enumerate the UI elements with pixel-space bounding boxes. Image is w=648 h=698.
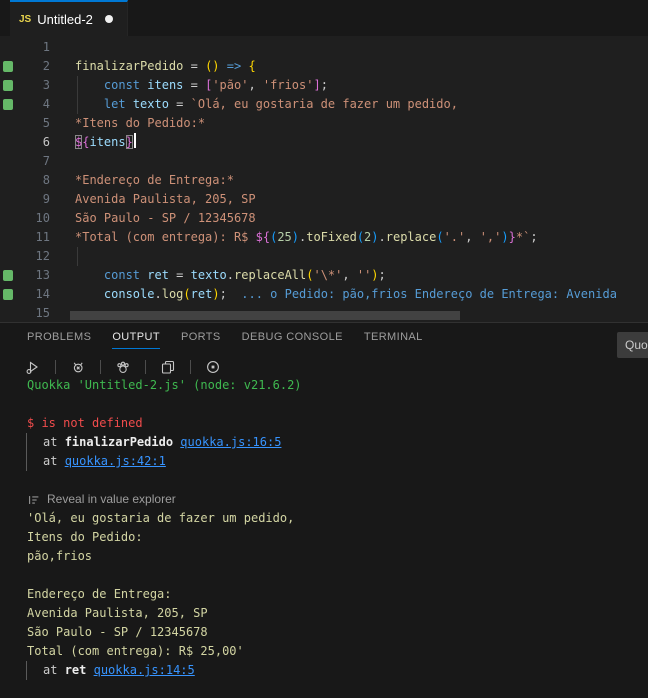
output-line: at finalizarPedido quokka.js:16:5 — [0, 433, 648, 452]
toolbar-separator — [145, 360, 146, 374]
javascript-file-icon: JS — [19, 14, 31, 25]
record-icon[interactable] — [204, 358, 222, 376]
code-text: *Endereço de Entrega:* — [75, 171, 234, 190]
line-number: 2 — [0, 57, 50, 76]
output-line: Endereço de Entrega: — [0, 585, 648, 604]
panel-tab-terminal[interactable]: TERMINAL — [364, 331, 423, 349]
line-number: 4 — [0, 95, 50, 114]
output-line: $ is not defined — [0, 414, 648, 433]
toolbar-separator — [55, 360, 56, 374]
output-line — [0, 471, 648, 490]
code-line[interactable]: 3 const itens = ['pão', 'frios']; — [0, 76, 648, 95]
code-line[interactable]: 4 let texto = `Olá, eu gostaria de fazer… — [0, 95, 648, 114]
code-text: *Total (com entrega): R$ ${(25).toFixed(… — [75, 228, 538, 247]
vscode-window: JS Untitled-2 12 finalizarPedido = () => … — [0, 0, 648, 698]
code-editor[interactable]: 12finalizarPedido = () => {3 const itens… — [0, 36, 648, 323]
code-text: console.log(ret); ... o Pedido: pão,frio… — [75, 285, 617, 304]
line-number: 5 — [0, 114, 50, 133]
line-number: 14 — [0, 285, 50, 304]
code-text: let texto = `Olá, eu gostaria de fazer u… — [75, 95, 458, 114]
code-text: const ret = texto.replaceAll('\*', ''); — [75, 266, 386, 285]
code-line[interactable]: 13 const ret = texto.replaceAll('\*', ''… — [0, 266, 648, 285]
code-line[interactable]: 9 Avenida Paulista, 205, SP — [0, 190, 648, 209]
line-number: 13 — [0, 266, 50, 285]
output-line: Quokka 'Untitled-2.js' (node: v21.6.2) — [0, 376, 648, 395]
line-number: 8 — [0, 171, 50, 190]
code-text: *Itens do Pedido:* — [75, 114, 205, 133]
output-channel-select[interactable]: Quo — [617, 332, 648, 358]
code-line[interactable]: 12 — [0, 247, 648, 266]
output-line — [0, 566, 648, 585]
panel-tab-bar: PROBLEMS OUTPUT PORTS DEBUG CONSOLE TERMINAL — [27, 331, 423, 349]
output-line: pão,frios — [0, 547, 648, 566]
line-number: 12 — [0, 247, 50, 266]
line-number: 6 — [0, 133, 50, 152]
code-text: const itens = ['pão', 'frios']; — [75, 76, 328, 95]
debug-bug-icon[interactable] — [69, 358, 87, 376]
output-line: at quokka.js:42:1 — [0, 452, 648, 471]
code-line[interactable]: 8 *Endereço de Entrega:* — [0, 171, 648, 190]
line-number: 7 — [0, 152, 50, 171]
line-number: 3 — [0, 76, 50, 95]
output-line: at ret quokka.js:14:5 — [0, 661, 648, 680]
reveal-in-value-explorer[interactable]: Reveal in value explorer — [0, 490, 648, 509]
code-line[interactable]: 14 console.log(ret); ... o Pedido: pão,f… — [0, 285, 648, 304]
panel-tab-output[interactable]: OUTPUT — [112, 331, 160, 349]
output-line: São Paulo - SP / 12345678 — [0, 623, 648, 642]
line-number: 15 — [0, 304, 50, 323]
output-line: Total (com entrega): R$ 25,00' — [0, 642, 648, 661]
horizontal-scrollbar[interactable] — [70, 311, 460, 320]
modified-dot-icon[interactable] — [105, 15, 113, 23]
panel-tab-debug-console[interactable]: DEBUG CONSOLE — [242, 331, 343, 349]
line-number: 11 — [0, 228, 50, 247]
stack-trace-link[interactable]: quokka.js:16:5 — [180, 435, 281, 449]
quokka-paw-icon[interactable] — [114, 358, 132, 376]
stack-trace-link[interactable]: quokka.js:42:1 — [65, 454, 166, 468]
code-text: Avenida Paulista, 205, SP — [75, 190, 256, 209]
code-line[interactable]: 11 *Total (com entrega): R$ ${(25).toFixe… — [0, 228, 648, 247]
list-tree-icon — [27, 493, 41, 507]
code-text: ${itens} — [75, 133, 136, 152]
copy-output-icon[interactable] — [159, 358, 177, 376]
toolbar-separator — [100, 360, 101, 374]
output-line: Avenida Paulista, 205, SP — [0, 604, 648, 623]
quokka-run-icon[interactable] — [24, 358, 42, 376]
output-content: Quokka 'Untitled-2.js' (node: v21.6.2) $ … — [0, 376, 648, 680]
editor-tab-bar: JS Untitled-2 — [0, 0, 648, 36]
code-line[interactable]: 2 finalizarPedido = () => { — [0, 57, 648, 76]
code-line[interactable]: 7 — [0, 152, 648, 171]
tab-title: Untitled-2 — [37, 12, 93, 27]
toolbar-separator — [190, 360, 191, 374]
line-number: 1 — [0, 38, 50, 57]
line-number: 9 — [0, 190, 50, 209]
line-number: 10 — [0, 209, 50, 228]
code-text: São Paulo - SP / 12345678 — [75, 209, 256, 228]
panel-tab-ports[interactable]: PORTS — [181, 331, 221, 349]
code-line[interactable]: 1 — [0, 38, 648, 57]
output-line: Itens do Pedido: — [0, 528, 648, 547]
code-line[interactable]: 6 ${itens} — [0, 133, 648, 152]
output-line: 'Olá, eu gostaria de fazer um pedido, — [0, 509, 648, 528]
text-cursor — [134, 133, 136, 148]
output-line — [0, 395, 648, 414]
code-line[interactable]: 10 São Paulo - SP / 12345678 — [0, 209, 648, 228]
tab-untitled-2[interactable]: JS Untitled-2 — [10, 0, 128, 36]
panel-tab-problems[interactable]: PROBLEMS — [27, 331, 91, 349]
code-text: finalizarPedido = () => { — [75, 57, 256, 76]
bottom-panel: PROBLEMS OUTPUT PORTS DEBUG CONSOLE TERMINAL… — [0, 322, 648, 698]
code-line[interactable]: 5 *Itens do Pedido:* — [0, 114, 648, 133]
stack-trace-link[interactable]: quokka.js:14:5 — [94, 663, 195, 677]
